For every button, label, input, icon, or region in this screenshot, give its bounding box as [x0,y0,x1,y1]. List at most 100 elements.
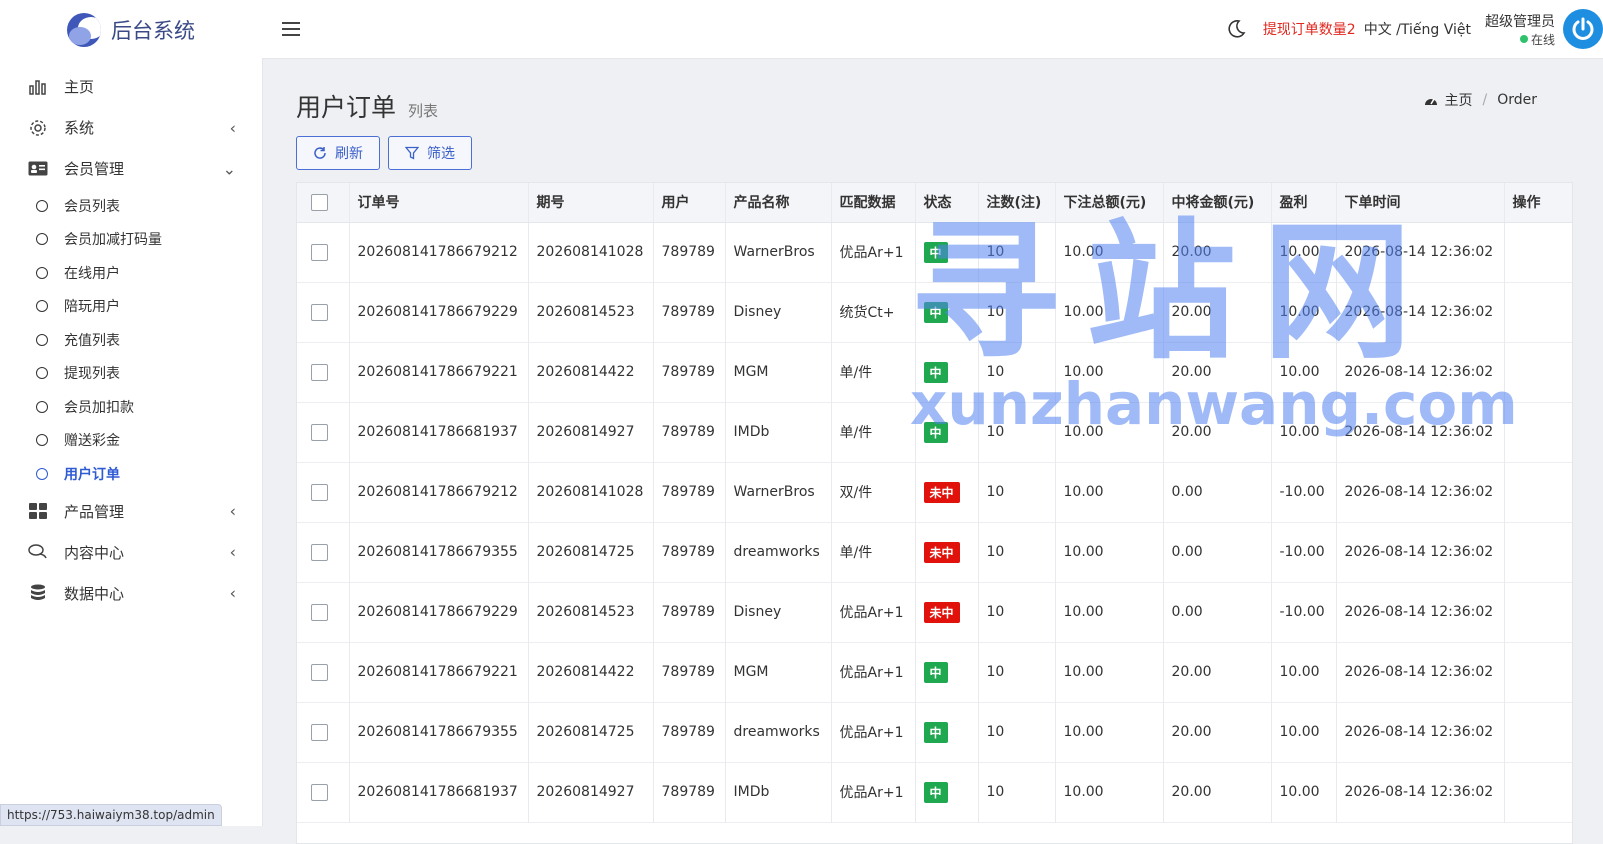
table-cell: 10.00 [1055,402,1164,462]
column-header[interactable]: 产品名称 [725,183,832,223]
column-header[interactable]: 订单号 [349,183,529,223]
topbar-right: 提现订单数量2 中文 /Tiếng Việt 超级管理员 在线 [1225,0,1603,58]
table-cell: 10.00 [1055,642,1164,702]
circle-icon [36,400,48,413]
circle-icon [36,300,48,313]
status-badge: 中 [923,241,948,263]
row-select-cell [297,702,350,762]
sidebar-item-label: 内容中心 [64,543,125,562]
sidebar-item-content[interactable]: 内容中心 ‹ [0,532,262,573]
sidebar-item-members[interactable]: 会员管理 ⌄ [0,148,262,189]
sidebar-subitem-label: 赠送彩金 [64,433,120,450]
table-cell: 单/件 [831,342,916,402]
status-cell: 中 [915,762,979,822]
avatar[interactable] [1563,9,1603,49]
table-cell: 202608141786681937 [349,762,529,822]
column-header[interactable]: 匹配数据 [831,183,916,223]
column-header[interactable]: 用户 [653,183,726,223]
sidebar-subitem-recharge-list[interactable]: 充值列表 [0,323,262,357]
table-cell: 202608141786679355 [349,702,529,762]
table-cell: 202608141028 [528,462,654,522]
chevron-left-icon: ‹ [229,501,236,521]
brand[interactable]: 后台系统 [0,0,262,60]
row-checkbox[interactable] [311,723,328,741]
refresh-button[interactable]: 刷新 [296,136,380,170]
sidebar-item-data[interactable]: 数据中心 ‹ [0,573,262,614]
menu-toggle-icon[interactable] [282,22,300,36]
column-header[interactable]: 注数(注) [978,183,1056,223]
column-header[interactable]: 下单时间 [1336,183,1505,223]
table-cell: 20.00 [1163,402,1272,462]
moon-icon[interactable] [1225,18,1247,40]
table-cell: 789789 [653,642,726,702]
row-checkbox[interactable] [311,303,328,321]
row-checkbox[interactable] [311,423,328,441]
breadcrumb-separator: / [1482,92,1488,108]
actions-cell [1504,282,1572,342]
table-cell: 789789 [653,462,726,522]
table-cell: 789789 [653,402,726,462]
row-checkbox[interactable] [311,363,328,381]
circle-icon [36,266,48,279]
refresh-label: 刷新 [335,146,363,162]
breadcrumb-home[interactable]: 主页 [1444,90,1472,110]
actions-cell [1504,582,1572,642]
table-cell: 202608141786679355 [349,522,529,582]
table-cell: 20260814725 [528,702,654,762]
sidebar-item-home[interactable]: 主页 [0,66,262,107]
database-icon [28,583,48,603]
table-cell: 20260814422 [528,342,654,402]
table-cell: 优品Ar+1 [831,762,916,822]
row-checkbox[interactable] [311,243,328,261]
table-cell: 10.00 [1055,762,1164,822]
status-badge: 中 [923,781,948,803]
column-header[interactable]: 下注总额(元) [1055,183,1164,223]
language-switch[interactable]: 中文 /Tiếng Việt [1364,19,1471,39]
user-info[interactable]: 超级管理员 在线 [1485,11,1555,48]
row-checkbox[interactable] [311,663,328,681]
withdraw-orders-notice[interactable]: 提现订单数量2 [1263,19,1356,39]
table-cell: 202608141786679221 [349,642,529,702]
table-cell: 202608141786679221 [349,342,529,402]
table-row: 202608141786681937 20260814927 789789 IMDb 单… [297,402,1572,462]
table-cell: 20.00 [1163,642,1272,702]
sidebar-item-system[interactable]: 系统 ‹ [0,107,262,148]
table-cell: 优品Ar+1 [831,702,916,762]
select-all-checkbox[interactable] [311,193,328,211]
table-cell: dreamworks [725,522,832,582]
sidebar-subitem-companion-users[interactable]: 陪玩用户 [0,290,262,324]
sidebar-subitem-online-users[interactable]: 在线用户 [0,256,262,290]
filter-button[interactable]: 筛选 [388,136,472,170]
column-header[interactable]: 状态 [915,183,979,223]
sidebar-item-label: 主页 [64,78,95,96]
sidebar-item-label: 系统 [64,119,95,137]
sidebar-subitem-bonus-gift[interactable]: 赠送彩金 [0,424,262,458]
row-select-cell [297,462,350,522]
table-row: 202608141786679229 20260814523 789789 Disne… [297,582,1572,642]
sidebar-subitem-balance-adjust[interactable]: 会员加扣款 [0,390,262,424]
sidebar-subitem-member-list[interactable]: 会员列表 [0,189,262,223]
row-checkbox[interactable] [311,783,328,801]
status-cell: 中 [915,222,979,282]
sidebar-subitem-label: 会员加减打码量 [64,232,162,249]
row-checkbox[interactable] [311,603,328,621]
status-badge: 中 [923,421,948,443]
sidebar-subitem-wager-adjust[interactable]: 会员加减打码量 [0,223,262,257]
row-checkbox[interactable] [311,543,328,561]
status-cell: 未中 [915,582,979,642]
column-header[interactable]: 期号 [528,183,654,223]
sidebar-item-label: 会员管理 [64,160,125,178]
sidebar-subitem-user-orders[interactable]: 用户订单 [0,457,262,491]
orders-table: 订单号 期号 用户 产品名称 匹配数据 状态 注数(注) 下注总额(元) 中将金… [297,183,1572,823]
row-checkbox[interactable] [311,483,328,501]
browser-status-url: https://753.haiwaiym38.top/admin [0,804,222,826]
table-cell: -10.00 [1271,462,1337,522]
status-cell: 未中 [915,462,979,522]
sidebar-subitem-label: 会员加扣款 [64,399,134,416]
sidebar-item-products[interactable]: 产品管理 ‹ [0,491,262,532]
topbar: 提现订单数量2 中文 /Tiếng Việt 超级管理员 在线 [262,0,1603,59]
sidebar-subitem-withdraw-list[interactable]: 提现列表 [0,357,262,391]
column-header[interactable]: 中将金额(元) [1163,183,1272,223]
table-cell: IMDb [725,402,832,462]
column-header[interactable]: 盈利 [1271,183,1337,223]
